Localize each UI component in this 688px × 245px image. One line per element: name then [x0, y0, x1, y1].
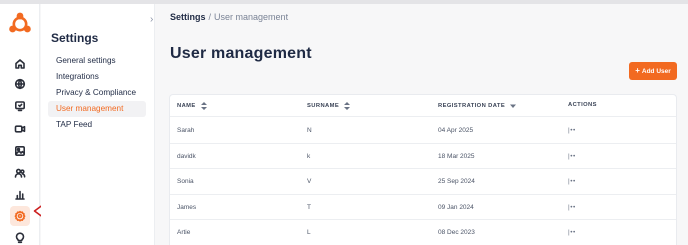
rail-chart-button[interactable]: [10, 185, 30, 205]
cell-registration-date: 08 Dec 2023: [438, 229, 475, 237]
add-user-button[interactable]: + Add User: [629, 62, 677, 80]
sort-desc-icon[interactable]: [510, 102, 517, 110]
column-header-label: REGISTRATION DATE: [438, 103, 506, 109]
gear-icon: [14, 210, 26, 222]
row-actions-icon[interactable]: |••: [568, 204, 576, 211]
settings-nav-integrations[interactable]: Integrations: [48, 69, 146, 85]
column-header-label: SURNAME: [307, 103, 340, 109]
cell-registration-date: 25 Sep 2024: [438, 178, 475, 186]
column-header-registration-date[interactable]: REGISTRATION DATE: [438, 102, 517, 110]
rail-settings-button[interactable]: [10, 206, 30, 226]
table-row[interactable]: Sarah N 04 Apr 2025 |••: [170, 118, 676, 144]
settings-panel-title: Settings: [51, 31, 99, 45]
rail-monitor-button[interactable]: [10, 96, 30, 116]
column-header-name[interactable]: NAME: [177, 102, 207, 110]
cell-name: davidk: [177, 152, 196, 160]
cell-surname: L: [307, 229, 311, 237]
rail-ideas-button[interactable]: [10, 228, 30, 245]
rail-image-button[interactable]: [10, 141, 30, 161]
table-row[interactable]: Artie L 08 Dec 2023 |••: [170, 220, 676, 245]
home-icon: [15, 59, 25, 69]
cell-name: James: [177, 203, 197, 211]
table-header: NAME SURNAME REGISTRATION DATE ACTIONS: [170, 95, 676, 117]
sort-both-icon[interactable]: [344, 102, 351, 110]
table-row[interactable]: Sonia V 25 Sep 2024 |••: [170, 169, 676, 195]
table-row[interactable]: davidk k 18 Mar 2025 |••: [170, 144, 676, 170]
column-header-label: ACTIONS: [568, 102, 597, 108]
cell-surname: T: [307, 203, 311, 211]
table-row[interactable]: James T 09 Jan 2024 |••: [170, 195, 676, 221]
chart-icon: [15, 190, 25, 200]
add-user-label: Add User: [641, 67, 671, 75]
image-icon: [14, 145, 25, 156]
row-actions-icon[interactable]: |••: [568, 127, 576, 134]
breadcrumb-current: User management: [214, 12, 289, 22]
row-actions-icon[interactable]: |••: [568, 178, 576, 185]
cell-registration-date: 04 Apr 2025: [438, 127, 474, 134]
lightbulb-icon: [15, 232, 25, 244]
rail-video-button[interactable]: [10, 119, 30, 139]
cell-name: Sonia: [177, 178, 194, 186]
collapse-panel-chevron-icon[interactable]: ›: [150, 15, 158, 25]
rail-home-button[interactable]: [10, 54, 30, 74]
settings-nav: General settings Integrations Privacy & …: [48, 53, 146, 133]
row-actions-icon[interactable]: |••: [568, 153, 576, 160]
cell-name: Sarah: [177, 127, 195, 134]
breadcrumb-root[interactable]: Settings: [170, 12, 206, 22]
cell-registration-date: 09 Jan 2024: [438, 203, 474, 211]
users-table: NAME SURNAME REGISTRATION DATE ACTIONS S…: [169, 94, 677, 245]
video-icon: [14, 125, 26, 133]
globe-icon: [14, 78, 26, 90]
cell-surname: V: [307, 178, 312, 186]
column-header-surname[interactable]: SURNAME: [307, 102, 351, 110]
settings-nav-privacy[interactable]: Privacy & Compliance: [48, 85, 146, 101]
table-body: Sarah N 04 Apr 2025 |•• davidk k 18 Mar …: [170, 118, 676, 245]
cell-registration-date: 18 Mar 2025: [438, 152, 475, 160]
settings-nav-general[interactable]: General settings: [48, 53, 146, 69]
column-header-label: NAME: [177, 103, 196, 109]
column-header-actions: ACTIONS: [568, 102, 597, 108]
cell-surname: k: [307, 152, 311, 160]
brand-logo[interactable]: [8, 12, 32, 36]
monitor-icon: [14, 101, 25, 112]
page-title: User management: [170, 45, 312, 62]
row-actions-icon[interactable]: |••: [568, 229, 576, 236]
rail-users-button[interactable]: [10, 163, 30, 183]
plus-icon: +: [635, 66, 640, 75]
cell-surname: N: [307, 127, 312, 134]
cell-name: Artie: [177, 229, 191, 237]
sort-both-icon[interactable]: [200, 102, 207, 110]
settings-nav-tap-feed[interactable]: TAP Feed: [48, 117, 146, 133]
breadcrumb-separator: /: [208, 12, 212, 22]
breadcrumb: Settings / User management: [170, 12, 288, 22]
users-icon: [14, 168, 26, 178]
settings-nav-user-management[interactable]: User management: [48, 101, 146, 117]
rail-globe-button[interactable]: [10, 74, 30, 94]
